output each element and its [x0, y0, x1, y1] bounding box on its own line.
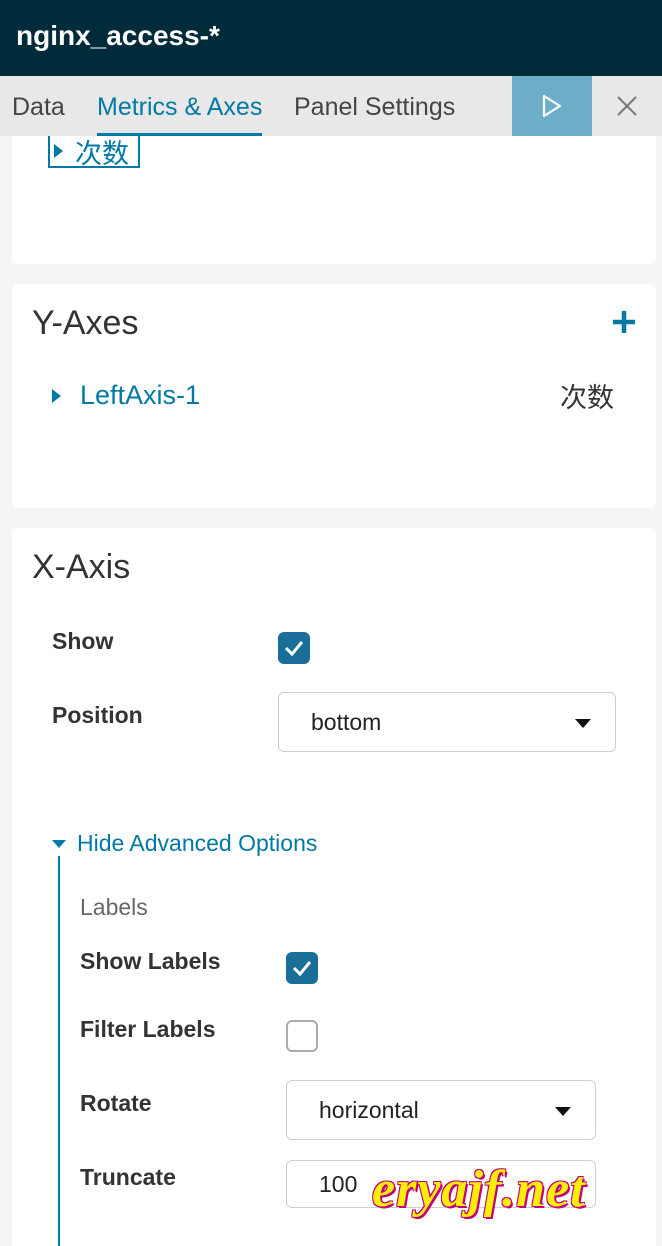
position-value: bottom — [311, 709, 382, 735]
chevron-down-icon — [555, 1107, 571, 1116]
header-bar: nginx_access-* — [0, 0, 662, 76]
index-pattern-title: nginx_access-* — [16, 20, 220, 51]
caret-down-icon — [52, 839, 66, 848]
y-axis-toggle[interactable]: LeftAxis-1 — [52, 380, 200, 411]
add-axis-icon[interactable] — [612, 310, 636, 334]
labels-heading: Labels — [80, 894, 148, 920]
checkmark-icon — [292, 961, 312, 976]
discard-button[interactable] — [592, 76, 662, 136]
rotate-select[interactable]: horizontal — [286, 1080, 596, 1140]
checkmark-icon — [284, 641, 304, 656]
tab-metrics-axes[interactable]: Metrics & Axes — [97, 76, 263, 136]
show-label: Show — [52, 628, 114, 654]
play-icon — [542, 94, 562, 118]
show-labels-label: Show Labels — [80, 948, 221, 974]
tab-data[interactable]: Data — [12, 76, 65, 136]
caret-right-icon — [52, 388, 61, 403]
position-select[interactable]: bottom — [278, 692, 616, 752]
show-checkbox[interactable] — [278, 632, 310, 664]
filter-labels-checkbox[interactable] — [286, 1020, 318, 1052]
y-axis-metric: 次数 — [560, 383, 614, 413]
rotate-label: Rotate — [80, 1090, 152, 1116]
chevron-down-icon — [575, 719, 591, 728]
caret-right-icon — [54, 144, 63, 158]
filter-labels-label: Filter Labels — [80, 1016, 216, 1042]
position-label: Position — [52, 702, 143, 728]
x-axis-title: X-Axis — [32, 548, 131, 586]
truncate-label: Truncate — [80, 1164, 176, 1190]
metric-label: 次数 — [75, 138, 129, 169]
show-labels-checkbox[interactable] — [286, 952, 318, 984]
editor-tab-bar: Data Metrics & Axes Panel Settings — [0, 76, 662, 136]
advanced-options-rule — [58, 856, 60, 1246]
watermark-text: eryajf.net — [372, 1161, 586, 1218]
x-axis-card: X-Axis Show Position bottom Hide Advance… — [12, 528, 656, 1246]
advanced-options-toggle[interactable]: Hide Advanced Options — [52, 830, 317, 857]
rotate-value: horizontal — [319, 1097, 419, 1123]
metric-toggle[interactable]: 次数 — [48, 136, 140, 169]
tab-panel-settings[interactable]: Panel Settings — [294, 76, 455, 136]
advanced-options-label: Hide Advanced Options — [77, 830, 318, 856]
y-axis-name: LeftAxis-1 — [80, 380, 201, 410]
apply-changes-button[interactable] — [512, 76, 592, 136]
metrics-card: 次数 — [12, 136, 656, 264]
close-icon — [617, 96, 637, 116]
y-axes-title: Y-Axes — [32, 304, 139, 342]
y-axes-card: Y-Axes LeftAxis-1 次数 — [12, 284, 656, 508]
